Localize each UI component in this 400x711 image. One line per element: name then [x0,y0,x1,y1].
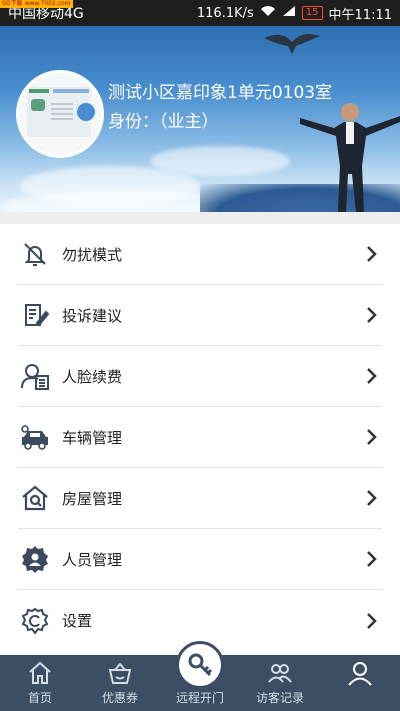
user-icon [348,662,372,686]
menu-item-personnel[interactable]: 人员管理 [18,529,382,590]
key-icon [188,653,213,677]
visitors-icon [268,664,292,683]
menu-item-label: 设置 [62,612,93,630]
chevron-right-icon [362,366,382,386]
chevron-right-icon [362,488,382,508]
menu-item-complaint[interactable]: 投诉建议 [18,285,382,346]
menu-item-label: 勿扰模式 [62,245,123,264]
nav-coupons[interactable]: 优惠券 [80,655,160,711]
status-right: 116.1K/s 15 中午11:11 [197,4,392,23]
menu-item-label: 人脸续费 [62,367,123,386]
menu-item-label: 投诉建议 [62,306,123,325]
car-icon [18,420,52,454]
menu-item-face-renewal[interactable]: 人脸续费 [18,346,382,407]
menu-item-label: 房屋管理 [62,489,123,508]
wifi-icon [260,5,276,21]
settings-menu: 勿扰模式 投诉建议 人脸续费 车辆管理 房屋管理 人员管理 设置 [0,224,400,651]
face-id-icon [18,359,52,393]
cloud-decoration [150,146,290,176]
avatar[interactable] [16,70,104,158]
chevron-right-icon [362,611,382,631]
menu-item-label: 车辆管理 [62,428,123,447]
basket-icon [108,662,132,684]
nav-label: 优惠券 [101,691,138,705]
identity-label: 身份：（业主） [108,112,219,132]
businessman-image [300,103,400,212]
clock: 中午11:11 [328,7,392,23]
nav-label: 访客记录 [255,691,304,705]
avatar-detail [51,103,73,123]
eagle-image [264,34,320,54]
house-icon [18,481,52,515]
phone-screen: SO下载 www.7002.com 中国移动4G 116.1K/s 15 中午1… [0,0,400,711]
menu-item-housing[interactable]: 房屋管理 [18,468,382,529]
status-bar: SO下载 www.7002.com 中国移动4G 116.1K/s 15 中午1… [0,0,400,26]
profile-header: 测试小区嘉印象1单元0103室 身份：（业主） [0,26,400,212]
nav-profile[interactable]: 我的 [320,655,400,711]
chevron-right-icon [362,427,382,447]
nav-label: 远程开门 [175,691,224,705]
menu-item-do-not-disturb[interactable]: 勿扰模式 [18,224,382,285]
remote-open-button[interactable] [176,641,224,689]
section-divider [0,212,400,224]
document-edit-icon [18,298,52,332]
avatar-detail [53,89,89,93]
bell-off-icon [18,237,52,271]
chevron-right-icon [362,244,382,264]
avatar-detail [77,103,95,121]
bottom-navigation: 首页 优惠券 远程开门 访客记录 [0,641,400,711]
avatar-detail [31,99,45,111]
chevron-right-icon [362,305,382,325]
watermark-tag: SO下载 www.7002.com [0,0,73,8]
nav-home[interactable]: 首页 [0,655,80,711]
signal-icon [282,5,296,21]
network-speed: 116.1K/s [196,5,254,21]
person-gear-icon [18,542,52,576]
menu-item-vehicles[interactable]: 车辆管理 [18,407,382,468]
nav-label: 首页 [27,691,52,705]
gear-icon [18,604,52,638]
avatar-detail [29,89,49,93]
menu-item-label: 人员管理 [62,550,123,569]
battery-indicator: 15 [301,6,323,20]
nav-visitor-log[interactable]: 访客记录 [240,655,320,711]
nav-remote-open[interactable]: 远程开门 [160,641,240,711]
address-label: 测试小区嘉印象1单元0103室 [108,83,333,103]
chevron-right-icon [362,549,382,569]
home-icon [29,661,51,684]
